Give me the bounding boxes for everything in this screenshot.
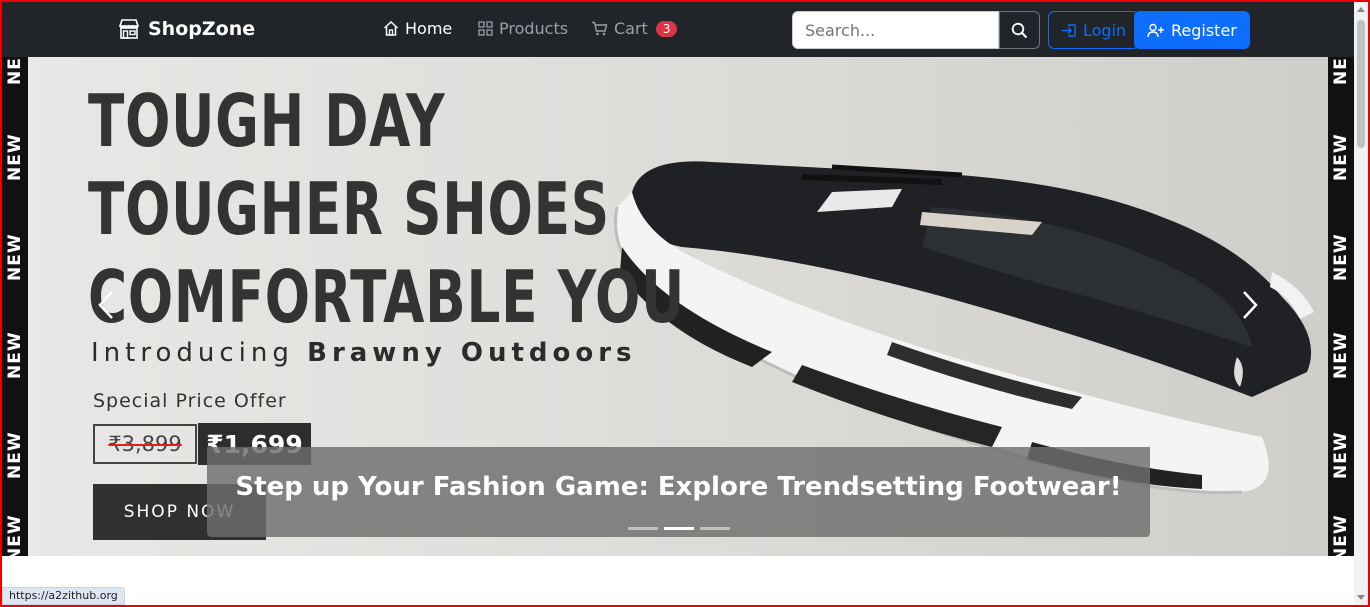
strip-new-text: NEW [5, 133, 25, 181]
cart-icon [592, 21, 608, 36]
brand-name: ShopZone [148, 18, 256, 40]
strip-new-text: NEW [5, 514, 25, 556]
nav-cart[interactable]: Cart 3 [591, 19, 678, 38]
scroll-down-arrow[interactable] [1357, 595, 1365, 600]
chevron-left-icon [98, 291, 113, 319]
strip-new-text: NEW [1331, 431, 1351, 479]
strip-new-text: NEW [1331, 133, 1351, 181]
carousel-next-button[interactable] [1232, 287, 1268, 323]
store-icon [118, 19, 140, 39]
status-url: https://a2zithub.org [2, 587, 125, 605]
hero-headline: TOUGH DAY TOUGHER SHOES COMFORTABLE YOU [88, 77, 685, 341]
strip-new-text: NEW [5, 331, 25, 379]
intro-prefix: Introducing [91, 338, 308, 368]
nav-products-label: Products [499, 19, 569, 38]
carousel-indicator-active[interactable] [663, 527, 694, 530]
register-button[interactable]: Register [1134, 11, 1250, 49]
strip-new-text: NEW [5, 431, 25, 479]
nav-cart-label: Cart [614, 19, 648, 38]
headline-line: COMFORTABLE YOU [88, 255, 686, 339]
house-icon [383, 21, 399, 36]
strip-new-text: NEW [1331, 57, 1351, 85]
scroll-up-arrow[interactable] [1357, 7, 1365, 12]
scrollbar-thumb[interactable] [1357, 20, 1365, 148]
register-label: Register [1171, 20, 1237, 40]
search-icon [1011, 22, 1028, 38]
nav-home-label: Home [405, 19, 453, 38]
search-form [792, 11, 1040, 49]
chevron-right-icon [1243, 291, 1258, 319]
old-price: ₹3,899 [93, 424, 197, 464]
search-button[interactable] [999, 11, 1040, 49]
intro-text: Introducing Brawny Outdoors [91, 338, 637, 368]
carousel-indicators [207, 527, 1150, 530]
left-new-strip: NEW NEW NEW NEW NEW NEW [2, 57, 28, 556]
hero-carousel: NEW NEW NEW NEW NEW NEW NEW NEW NEW NEW … [2, 57, 1354, 556]
headline-line: TOUGHER SHOES [88, 167, 610, 251]
headline-line: TOUGH DAY [88, 79, 446, 163]
strip-new-text: NEW [1331, 233, 1351, 281]
carousel-prev-button[interactable] [88, 287, 124, 323]
navbar: ShopZone Home Products Cart 3 Search... … [2, 2, 1354, 57]
strip-new-text: NEW [5, 233, 25, 281]
strip-new-text: NEW [5, 57, 25, 85]
nav-home[interactable]: Home [383, 19, 452, 38]
page-scrollbar[interactable] [1354, 2, 1368, 605]
caption-text: Step up Your Fashion Game: Explore Trend… [235, 472, 1122, 502]
strip-new-text: NEW [1331, 514, 1351, 556]
login-button[interactable]: Login [1048, 11, 1140, 49]
nav-products[interactable]: Products [478, 19, 568, 38]
strip-new-text: NEW [1331, 331, 1351, 379]
brand[interactable]: ShopZone [118, 18, 255, 40]
cart-count-badge: 3 [655, 20, 678, 37]
login-label: Login [1083, 20, 1127, 40]
search-input[interactable] [792, 11, 999, 49]
login-icon [1062, 23, 1076, 37]
carousel-caption: Step up Your Fashion Game: Explore Trend… [207, 447, 1150, 537]
grid-icon [478, 21, 493, 36]
carousel-indicator[interactable] [627, 527, 658, 530]
intro-brand: Brawny Outdoors [307, 338, 637, 368]
user-plus-icon [1147, 23, 1164, 37]
special-price-label: Special Price Offer [93, 390, 287, 412]
carousel-indicator[interactable] [699, 527, 730, 530]
